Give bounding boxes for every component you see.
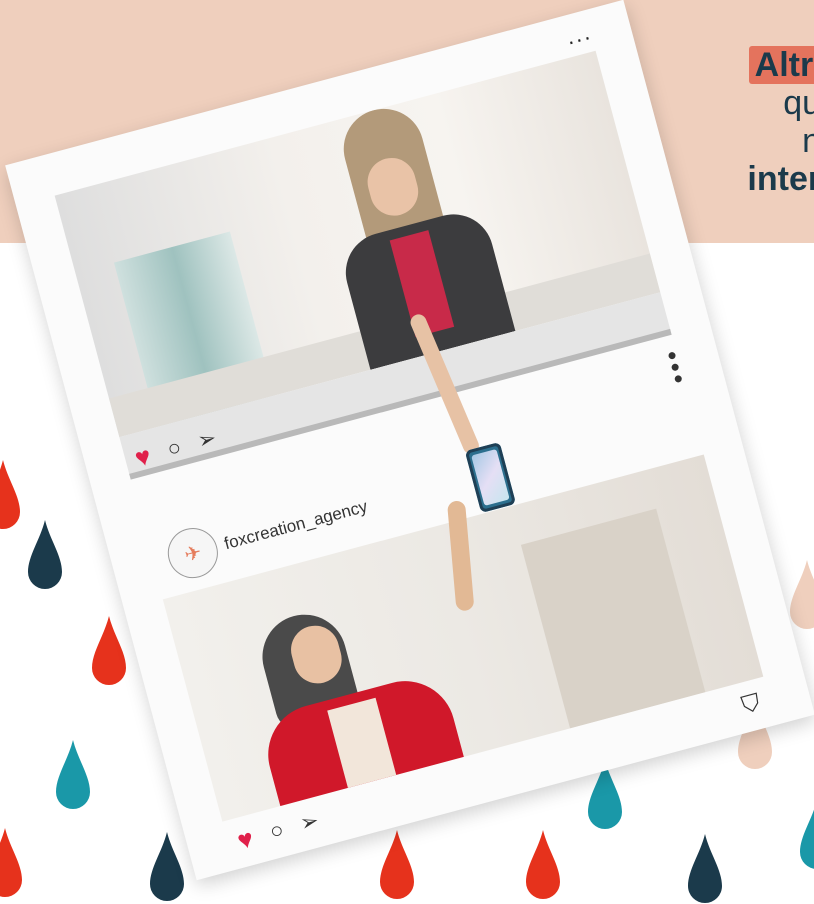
- headline-highlight: Altro: [748, 46, 814, 84]
- bookmark-icon[interactable]: ⛉: [739, 689, 764, 721]
- smartphone-image: [464, 441, 517, 514]
- headline-line: ne: [802, 122, 814, 160]
- drop-decoration: [28, 520, 62, 589]
- more-options-icon[interactable]: ···: [564, 24, 595, 56]
- drop-decoration: [526, 830, 560, 899]
- comment-icon[interactable]: ○: [267, 817, 286, 845]
- send-icon[interactable]: ➢: [297, 807, 321, 836]
- headline-text: Altro que ne intera: [680, 46, 814, 198]
- ellipsis-vertical-icon[interactable]: • • •: [664, 340, 687, 395]
- drop-decoration: [800, 809, 814, 869]
- drop-decoration: [688, 834, 722, 903]
- drop-decoration: [790, 560, 814, 629]
- drop-decoration: [0, 460, 20, 529]
- drop-decoration: [92, 616, 126, 685]
- shelf-image: [520, 508, 706, 729]
- heart-icon[interactable]: ♥: [234, 823, 257, 856]
- headline-line: intera: [747, 160, 814, 198]
- drop-decoration: [0, 828, 22, 897]
- woman-photo-bottom: [231, 571, 476, 822]
- comment-icon[interactable]: ○: [164, 434, 183, 462]
- headline-line: que: [783, 84, 814, 122]
- drop-decoration: [150, 832, 184, 901]
- username-link[interactable]: foxcreation_agency: [222, 497, 370, 554]
- drop-decoration: [380, 830, 414, 899]
- drop-decoration: [56, 740, 90, 809]
- avatar[interactable]: ✈: [162, 522, 224, 584]
- woman-photo-top: [296, 87, 525, 372]
